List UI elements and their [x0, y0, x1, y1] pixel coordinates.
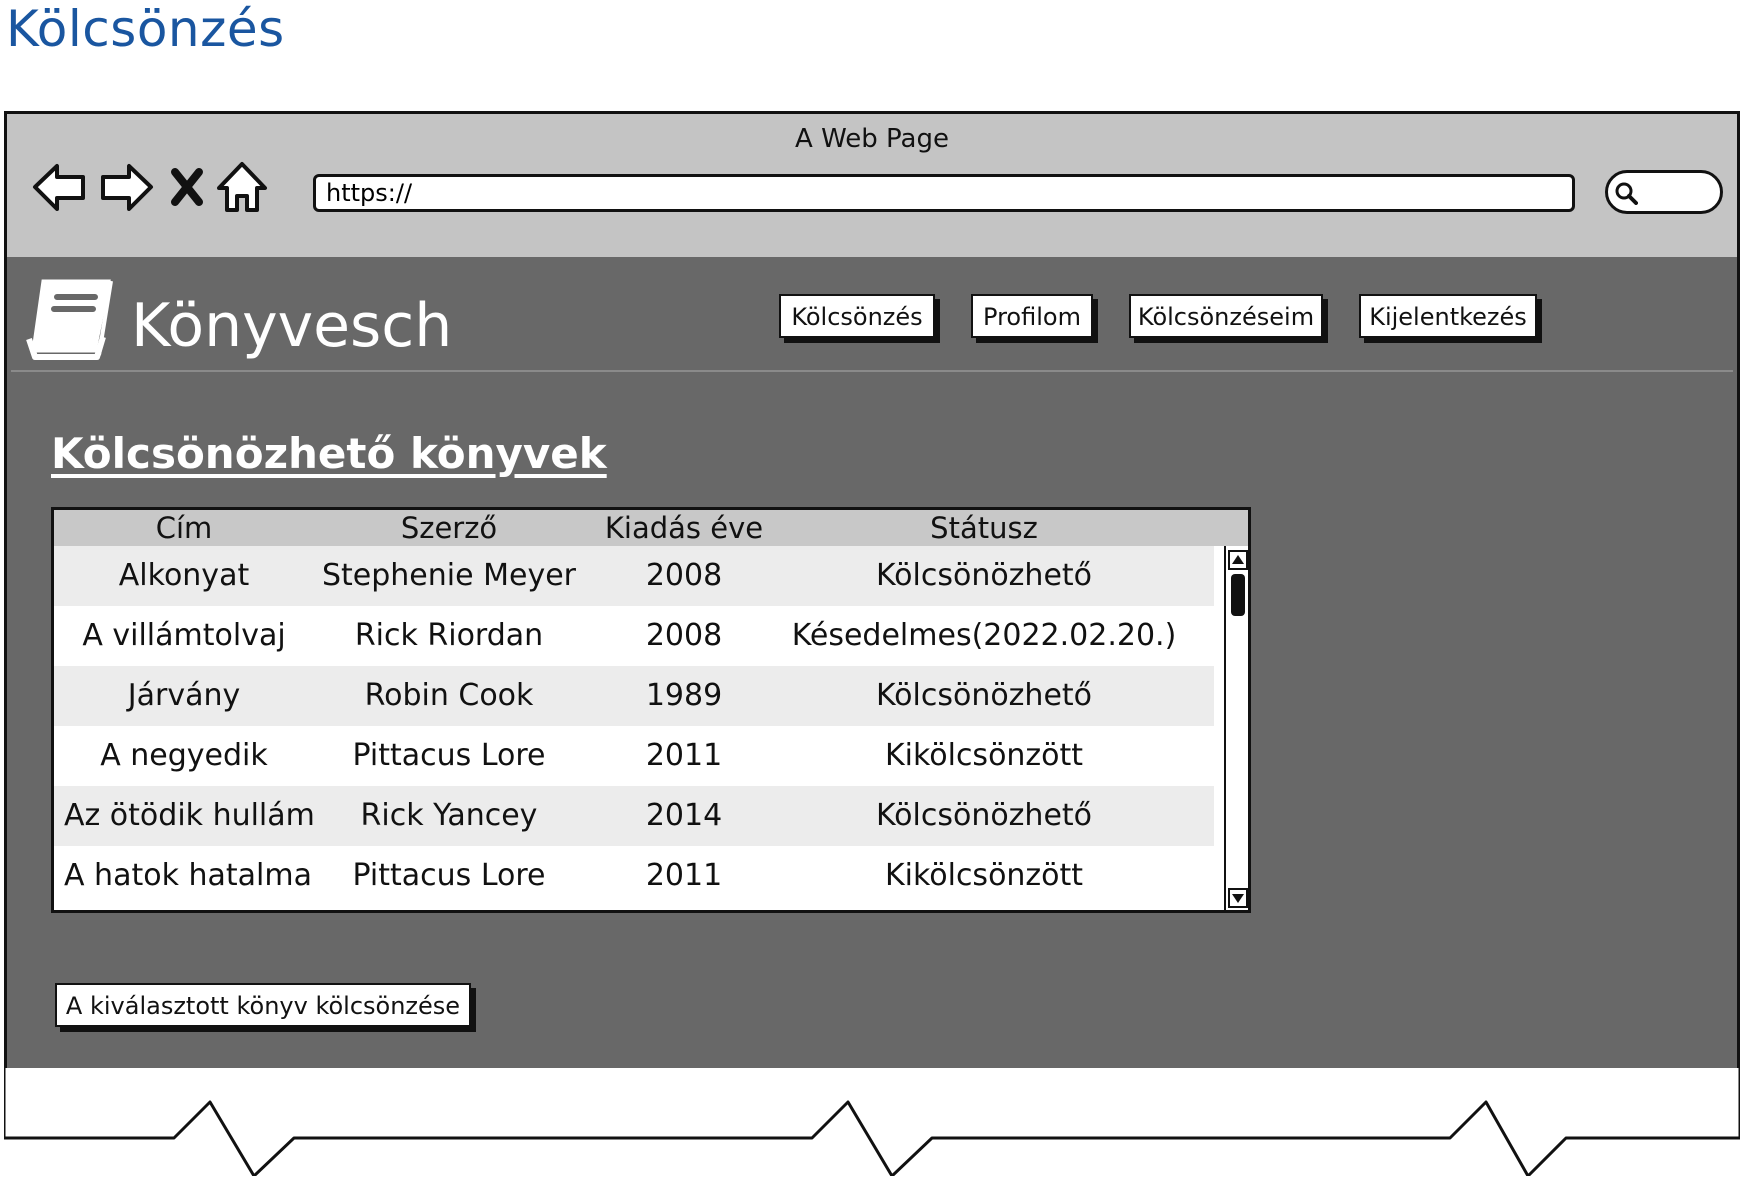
header-divider — [11, 370, 1733, 372]
books-table[interactable]: Cím Szerző Kiadás éve Státusz Alkonyat S… — [51, 507, 1251, 913]
torn-page-edge — [4, 1068, 1740, 1176]
table-row[interactable]: A negyedik Pittacus Lore 2011 Kikölcsönz… — [54, 726, 1214, 786]
window-title: A Web Page — [795, 124, 949, 154]
cell-year: 2011 — [645, 738, 723, 773]
scroll-thumb[interactable] — [1231, 574, 1245, 616]
browser-chrome: A Web Page https:// — [4, 111, 1740, 257]
cell-status: Kölcsönözhető — [875, 798, 1093, 833]
borrow-selected-book-button[interactable]: A kiválasztott könyv kölcsönzése — [55, 983, 471, 1027]
cell-status: Kölcsönözhető — [875, 678, 1093, 713]
browser-search-input[interactable] — [1605, 170, 1723, 214]
column-header-status[interactable]: Státusz — [774, 510, 1194, 546]
column-header-year[interactable]: Kiadás éve — [594, 510, 774, 546]
cell-year: 2011 — [645, 858, 723, 893]
search-icon — [1615, 182, 1638, 205]
cell-year: 2014 — [645, 798, 723, 833]
scroll-up-icon[interactable] — [1228, 550, 1248, 570]
cell-author: Rick Riordan — [354, 618, 544, 653]
table-header: Cím Szerző Kiadás éve Státusz — [54, 510, 1248, 546]
table-scrollbar[interactable] — [1224, 546, 1248, 910]
cell-author: Pittacus Lore — [352, 858, 546, 893]
cell-title: Az ötödik hullám — [64, 798, 315, 833]
page-title: Kölcsönzés — [6, 0, 285, 58]
forward-arrow-icon[interactable] — [97, 158, 155, 216]
cell-author: Rick Yancey — [360, 798, 538, 833]
book-logo-icon — [26, 279, 113, 360]
cell-title: A hatok hatalma — [64, 858, 312, 893]
home-icon[interactable] — [213, 158, 271, 216]
cell-author: Robin Cook — [364, 678, 534, 713]
back-arrow-icon[interactable] — [31, 158, 89, 216]
table-row[interactable]: Az ötödik hullám Rick Yancey 2014 Kölcsö… — [54, 786, 1214, 846]
brand-name: Könyvesch — [131, 291, 453, 361]
stop-icon[interactable] — [165, 158, 209, 216]
cell-status: Késedelmes(2022.02.20.) — [791, 618, 1177, 653]
cell-year: 1989 — [645, 678, 723, 713]
cell-title: A negyedik — [100, 738, 268, 773]
nav-logout-button[interactable]: Kijelentkezés — [1359, 294, 1537, 338]
table-row[interactable]: A villámtolvaj Rick Riordan 2008 Késedel… — [54, 606, 1214, 666]
cell-status: Kikölcsönzött — [884, 858, 1084, 893]
column-header-author[interactable]: Szerző — [314, 510, 584, 546]
cell-year: 2008 — [645, 618, 723, 653]
cell-year: 2008 — [645, 558, 723, 593]
cell-title: Járvány — [127, 678, 241, 713]
table-row[interactable]: Járvány Robin Cook 1989 Kölcsönözhető — [54, 666, 1214, 726]
browser-window: A Web Page https:// Könyvesch Kölcsönzés… — [4, 111, 1740, 1176]
cell-author: Stephenie Meyer — [321, 558, 576, 593]
app-content: Könyvesch Kölcsönzés Profilom Kölcsönzés… — [4, 257, 1740, 1068]
section-title: Kölcsönözhető könyvek — [51, 429, 607, 478]
cell-title: Alkonyat — [118, 558, 250, 593]
table-row[interactable]: Alkonyat Stephenie Meyer 2008 Kölcsönözh… — [54, 546, 1214, 606]
nav-profile-button[interactable]: Profilom — [971, 294, 1093, 338]
cell-status: Kölcsönözhető — [875, 558, 1093, 593]
scroll-down-icon[interactable] — [1228, 888, 1248, 908]
column-header-title[interactable]: Cím — [64, 510, 304, 546]
nav-borrow-button[interactable]: Kölcsönzés — [779, 294, 935, 338]
cell-author: Pittacus Lore — [352, 738, 546, 773]
cell-title: A villámtolvaj — [82, 618, 286, 653]
url-input[interactable]: https:// — [313, 174, 1575, 212]
nav-my-loans-button[interactable]: Kölcsönzéseim — [1129, 294, 1323, 338]
table-row[interactable]: A hatok hatalma Pittacus Lore 2011 Kiköl… — [54, 846, 1214, 906]
cell-status: Kikölcsönzött — [884, 738, 1084, 773]
